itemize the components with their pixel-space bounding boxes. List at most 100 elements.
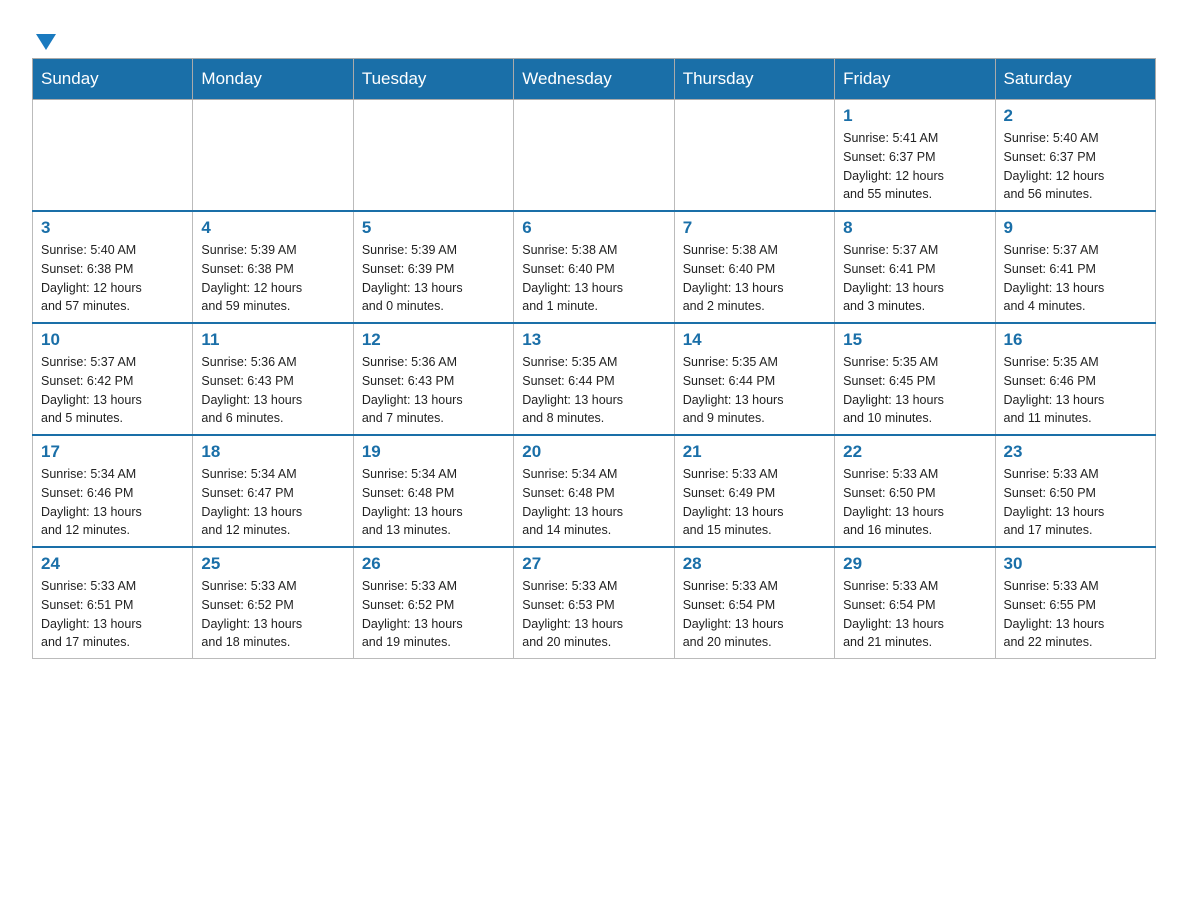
calendar-cell (674, 100, 834, 212)
calendar-cell: 13 Sunrise: 5:35 AM Sunset: 6:44 PM Dayli… (514, 323, 674, 435)
day-info: Sunrise: 5:33 AM Sunset: 6:52 PM Dayligh… (201, 577, 344, 652)
day-number: 21 (683, 442, 826, 462)
day-info: Sunrise: 5:39 AM Sunset: 6:39 PM Dayligh… (362, 241, 505, 316)
day-info: Sunrise: 5:34 AM Sunset: 6:48 PM Dayligh… (522, 465, 665, 540)
day-number: 20 (522, 442, 665, 462)
day-number: 19 (362, 442, 505, 462)
calendar-cell: 8Sunrise: 5:37 AM Sunset: 6:41 PM Daylig… (835, 211, 995, 323)
day-info: Sunrise: 5:33 AM Sunset: 6:49 PM Dayligh… (683, 465, 826, 540)
calendar-cell: 4Sunrise: 5:39 AM Sunset: 6:38 PM Daylig… (193, 211, 353, 323)
page-header (32, 24, 1156, 48)
calendar-cell: 6 Sunrise: 5:38 AM Sunset: 6:40 PM Daylig… (514, 211, 674, 323)
calendar-cell: 15 Sunrise: 5:35 AM Sunset: 6:45 PM Dayli… (835, 323, 995, 435)
calendar-week-row: 17 Sunrise: 5:34 AM Sunset: 6:46 PM Dayli… (33, 435, 1156, 547)
calendar-cell: 5 Sunrise: 5:39 AM Sunset: 6:39 PM Daylig… (353, 211, 513, 323)
day-number: 23 (1004, 442, 1147, 462)
calendar-cell: 25 Sunrise: 5:33 AM Sunset: 6:52 PM Dayli… (193, 547, 353, 659)
day-info: Sunrise: 5:35 AM Sunset: 6:44 PM Dayligh… (522, 353, 665, 428)
day-number: 17 (41, 442, 184, 462)
day-number: 26 (362, 554, 505, 574)
calendar-week-row: 3 Sunrise: 5:40 AM Sunset: 6:38 PM Daylig… (33, 211, 1156, 323)
weekday-header-sunday: Sunday (33, 59, 193, 100)
calendar-cell: 18Sunrise: 5:34 AM Sunset: 6:47 PM Dayli… (193, 435, 353, 547)
calendar-week-row: 10 Sunrise: 5:37 AM Sunset: 6:42 PM Dayli… (33, 323, 1156, 435)
weekday-header-wednesday: Wednesday (514, 59, 674, 100)
calendar-cell: 24Sunrise: 5:33 AM Sunset: 6:51 PM Dayli… (33, 547, 193, 659)
day-number: 29 (843, 554, 986, 574)
logo-arrow-icon (36, 34, 56, 50)
calendar-cell: 19 Sunrise: 5:34 AM Sunset: 6:48 PM Dayli… (353, 435, 513, 547)
calendar-cell: 7Sunrise: 5:38 AM Sunset: 6:40 PM Daylig… (674, 211, 834, 323)
day-info: Sunrise: 5:36 AM Sunset: 6:43 PM Dayligh… (362, 353, 505, 428)
day-number: 9 (1004, 218, 1147, 238)
day-info: Sunrise: 5:33 AM Sunset: 6:54 PM Dayligh… (683, 577, 826, 652)
day-info: Sunrise: 5:40 AM Sunset: 6:37 PM Dayligh… (1004, 129, 1147, 204)
calendar-week-row: 1 Sunrise: 5:41 AM Sunset: 6:37 PM Daylig… (33, 100, 1156, 212)
day-info: Sunrise: 5:41 AM Sunset: 6:37 PM Dayligh… (843, 129, 986, 204)
day-info: Sunrise: 5:33 AM Sunset: 6:50 PM Dayligh… (1004, 465, 1147, 540)
calendar-table: SundayMondayTuesdayWednesdayThursdayFrid… (32, 58, 1156, 659)
calendar-cell: 30 Sunrise: 5:33 AM Sunset: 6:55 PM Dayli… (995, 547, 1155, 659)
day-info: Sunrise: 5:37 AM Sunset: 6:41 PM Dayligh… (1004, 241, 1147, 316)
day-number: 11 (201, 330, 344, 350)
day-info: Sunrise: 5:33 AM Sunset: 6:51 PM Dayligh… (41, 577, 184, 652)
logo (32, 30, 56, 48)
day-info: Sunrise: 5:34 AM Sunset: 6:48 PM Dayligh… (362, 465, 505, 540)
day-info: Sunrise: 5:38 AM Sunset: 6:40 PM Dayligh… (522, 241, 665, 316)
day-number: 12 (362, 330, 505, 350)
calendar-cell (33, 100, 193, 212)
day-info: Sunrise: 5:33 AM Sunset: 6:54 PM Dayligh… (843, 577, 986, 652)
day-info: Sunrise: 5:35 AM Sunset: 6:45 PM Dayligh… (843, 353, 986, 428)
day-number: 18 (201, 442, 344, 462)
calendar-cell: 23 Sunrise: 5:33 AM Sunset: 6:50 PM Dayli… (995, 435, 1155, 547)
calendar-cell: 11 Sunrise: 5:36 AM Sunset: 6:43 PM Dayli… (193, 323, 353, 435)
day-number: 1 (843, 106, 986, 126)
calendar-cell: 3 Sunrise: 5:40 AM Sunset: 6:38 PM Daylig… (33, 211, 193, 323)
calendar-cell (353, 100, 513, 212)
day-number: 14 (683, 330, 826, 350)
calendar-cell: 29 Sunrise: 5:33 AM Sunset: 6:54 PM Dayli… (835, 547, 995, 659)
day-number: 6 (522, 218, 665, 238)
day-info: Sunrise: 5:35 AM Sunset: 6:44 PM Dayligh… (683, 353, 826, 428)
day-info: Sunrise: 5:40 AM Sunset: 6:38 PM Dayligh… (41, 241, 184, 316)
day-number: 10 (41, 330, 184, 350)
day-info: Sunrise: 5:37 AM Sunset: 6:42 PM Dayligh… (41, 353, 184, 428)
day-info: Sunrise: 5:36 AM Sunset: 6:43 PM Dayligh… (201, 353, 344, 428)
day-info: Sunrise: 5:34 AM Sunset: 6:46 PM Dayligh… (41, 465, 184, 540)
day-number: 16 (1004, 330, 1147, 350)
day-number: 13 (522, 330, 665, 350)
calendar-cell: 21 Sunrise: 5:33 AM Sunset: 6:49 PM Dayli… (674, 435, 834, 547)
day-info: Sunrise: 5:33 AM Sunset: 6:50 PM Dayligh… (843, 465, 986, 540)
day-number: 22 (843, 442, 986, 462)
calendar-cell: 10 Sunrise: 5:37 AM Sunset: 6:42 PM Dayli… (33, 323, 193, 435)
day-info: Sunrise: 5:39 AM Sunset: 6:38 PM Dayligh… (201, 241, 344, 316)
day-number: 5 (362, 218, 505, 238)
weekday-header-thursday: Thursday (674, 59, 834, 100)
day-number: 30 (1004, 554, 1147, 574)
calendar-cell: 14 Sunrise: 5:35 AM Sunset: 6:44 PM Dayli… (674, 323, 834, 435)
calendar-cell: 28 Sunrise: 5:33 AM Sunset: 6:54 PM Dayli… (674, 547, 834, 659)
day-number: 7 (683, 218, 826, 238)
calendar-header-row: SundayMondayTuesdayWednesdayThursdayFrid… (33, 59, 1156, 100)
day-number: 25 (201, 554, 344, 574)
day-info: Sunrise: 5:37 AM Sunset: 6:41 PM Dayligh… (843, 241, 986, 316)
logo-general (32, 30, 56, 50)
day-number: 3 (41, 218, 184, 238)
day-info: Sunrise: 5:35 AM Sunset: 6:46 PM Dayligh… (1004, 353, 1147, 428)
day-info: Sunrise: 5:33 AM Sunset: 6:52 PM Dayligh… (362, 577, 505, 652)
day-number: 27 (522, 554, 665, 574)
calendar-cell: 16 Sunrise: 5:35 AM Sunset: 6:46 PM Dayli… (995, 323, 1155, 435)
day-number: 28 (683, 554, 826, 574)
weekday-header-tuesday: Tuesday (353, 59, 513, 100)
calendar-week-row: 24Sunrise: 5:33 AM Sunset: 6:51 PM Dayli… (33, 547, 1156, 659)
calendar-cell: 22 Sunrise: 5:33 AM Sunset: 6:50 PM Dayli… (835, 435, 995, 547)
calendar-cell: 1 Sunrise: 5:41 AM Sunset: 6:37 PM Daylig… (835, 100, 995, 212)
calendar-cell (193, 100, 353, 212)
calendar-cell: 17 Sunrise: 5:34 AM Sunset: 6:46 PM Dayli… (33, 435, 193, 547)
calendar-cell: 2Sunrise: 5:40 AM Sunset: 6:37 PM Daylig… (995, 100, 1155, 212)
day-number: 15 (843, 330, 986, 350)
calendar-cell: 26 Sunrise: 5:33 AM Sunset: 6:52 PM Dayli… (353, 547, 513, 659)
weekday-header-monday: Monday (193, 59, 353, 100)
day-info: Sunrise: 5:33 AM Sunset: 6:55 PM Dayligh… (1004, 577, 1147, 652)
calendar-cell: 27Sunrise: 5:33 AM Sunset: 6:53 PM Dayli… (514, 547, 674, 659)
